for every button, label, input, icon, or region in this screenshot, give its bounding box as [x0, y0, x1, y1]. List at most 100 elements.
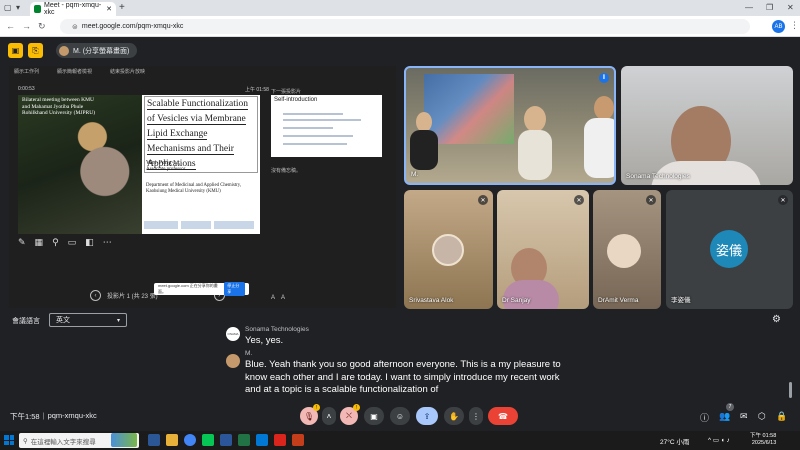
caption-language-value: 英文 — [56, 317, 70, 324]
pen-icon[interactable]: ✎ — [18, 237, 26, 248]
participant-name: Dr Sanjay — [502, 297, 531, 304]
taskbar-clock[interactable]: 下午 01:58 2025/6/13 — [750, 433, 776, 447]
windows-start-icon[interactable] — [4, 435, 14, 445]
slides-grid-icon[interactable]: ▦ — [35, 237, 44, 248]
subtitles-icon[interactable]: ◧ — [85, 237, 94, 248]
captions-scrollbar[interactable] — [789, 382, 792, 398]
font-larger-icon[interactable]: A — [271, 295, 275, 301]
font-smaller-icon[interactable]: A — [281, 295, 285, 301]
caption-settings-gear-icon[interactable]: ⚙ — [772, 314, 781, 325]
more-options-button[interactable]: ⋮ — [469, 407, 483, 425]
clock-date: 2025/6/13 — [751, 440, 777, 446]
captions-button[interactable]: ▣ — [364, 407, 384, 425]
mic-options-chevron-icon[interactable]: ˄ — [322, 407, 336, 425]
participant-tile[interactable]: ✕ DrAmit Verma — [593, 190, 661, 309]
mic-off-icon: ✕ — [778, 195, 788, 205]
taskbar-search-placeholder: 在這裡輸入文字來搜尋 — [30, 438, 96, 446]
clock-time: 下午 01:58 — [750, 433, 777, 439]
presenter-avatar — [59, 45, 69, 56]
slide-image-caption: Bilateral meeting between KMU and Mahama… — [22, 97, 96, 116]
powerpoint-icon[interactable] — [292, 434, 304, 446]
chrome-icon[interactable] — [184, 434, 196, 446]
close-tab-icon[interactable]: ✕ — [106, 5, 112, 13]
chat-icon[interactable]: ✉ — [740, 411, 748, 422]
previous-slide-icon[interactable]: ‹ — [90, 290, 101, 301]
host-controls-icon[interactable]: 🔒 — [776, 411, 787, 422]
presenter-toolbar: 顯示工作列 顯示簡報者檢視 結束投影片放映 — [14, 68, 145, 75]
search-highlight-icon[interactable] — [111, 433, 137, 447]
next-slide-thumbnail[interactable]: Self-introduction — [271, 95, 382, 157]
tab-list-icon[interactable]: ▾ — [16, 3, 20, 12]
tab-title: Meet - pqm-xmqu-xkc — [43, 2, 102, 16]
mic-warning-icon: ! — [313, 404, 320, 411]
more-options-icon[interactable]: ⋯ — [103, 237, 112, 248]
notes-tools: A A — [271, 295, 285, 301]
file-explorer-icon[interactable] — [166, 434, 178, 446]
people-icon[interactable]: 👥 — [719, 411, 730, 422]
participant-tile[interactable]: 姿儀 ✕ 李姿儀 — [666, 190, 793, 309]
thumb-line — [283, 119, 361, 121]
profile-avatar[interactable]: AB — [772, 20, 785, 33]
mic-off-icon: ✕ — [574, 195, 584, 205]
weather-widget[interactable]: 27°C 小雨 — [660, 436, 689, 446]
participant-name: Srivastava Alok — [409, 297, 454, 304]
presenter-chip[interactable]: M. (分享螢幕畫面) — [56, 43, 138, 58]
stop-sharing-button[interactable]: 停止分享 — [224, 282, 245, 296]
slide-author: Wei-Peng Li, — [146, 159, 181, 166]
activities-icon[interactable]: ⬡ — [758, 411, 766, 422]
acrobat-icon[interactable] — [274, 434, 286, 446]
thumb-line — [283, 135, 353, 137]
browser-tab-meet[interactable]: Meet - pqm-xmqu-xkc ✕ — [30, 2, 116, 16]
zoom-icon[interactable]: ⚲ — [52, 237, 59, 248]
present-screen-icon[interactable]: ⎘ — [28, 43, 43, 58]
maximize-icon[interactable]: ❐ — [766, 3, 773, 12]
participant-tile[interactable]: ⦀ M. — [404, 66, 616, 185]
caption-speaker-avatar — [226, 354, 240, 368]
mic-off-icon: ✕ — [478, 195, 488, 205]
new-tab-icon[interactable]: + — [119, 2, 125, 13]
participant-tile[interactable]: ✕ Dr Sanjay — [497, 190, 589, 309]
caption-speaker-name: Sonama Technologies — [245, 326, 309, 333]
close-window-icon[interactable]: ✕ — [787, 3, 794, 12]
caption-speaker-name: M. — [245, 350, 253, 357]
participant-name: Sonama Technologies — [626, 173, 690, 180]
leave-call-button[interactable]: ☎ — [488, 407, 518, 425]
captions-panel-icon[interactable]: ▣ — [8, 43, 23, 58]
line-icon[interactable] — [202, 434, 214, 446]
participant-tile[interactable]: Sonama Technologies — [621, 66, 793, 185]
address-bar[interactable]: ⊜ meet.google.com/pqm-xmqu-xkc — [60, 19, 750, 34]
site-info-icon[interactable]: ⊜ — [72, 23, 78, 31]
presenter-view-button[interactable]: 顯示簡報者檢視 — [57, 68, 92, 75]
outlook-icon[interactable] — [256, 434, 268, 446]
participant-name: DrAmit Verma — [598, 297, 639, 304]
sharing-notice: meet.google.com 正在分享你的畫面。 停止分享 — [154, 282, 249, 296]
present-now-button[interactable]: ⇪ — [416, 407, 438, 425]
minimize-icon[interactable]: — — [745, 3, 753, 12]
tray-icons[interactable]: ^ ▭ ◖ ♪ — [708, 436, 730, 444]
end-slideshow-button[interactable]: 結束投影片放映 — [110, 68, 145, 75]
reload-icon[interactable]: ↻ — [38, 21, 46, 32]
word-icon[interactable] — [220, 434, 232, 446]
url-text: meet.google.com/pqm-xmqu-xkc — [81, 23, 184, 30]
mic-off-icon: ✕ — [646, 195, 656, 205]
speaker-notes: 沒有備忘稿。 — [271, 168, 302, 174]
browser-menu-icon[interactable]: ⋮ — [790, 20, 799, 31]
task-view-icon[interactable] — [148, 434, 160, 446]
next-slide-label: 下一張投影片 — [271, 89, 302, 95]
caption-language-select[interactable]: 英文 ▾ — [49, 313, 127, 327]
screen-icon[interactable]: ▭ — [68, 237, 77, 248]
browser-toolbar: ← → ↻ ⊜ meet.google.com/pqm-xmqu-xkc — [0, 16, 800, 37]
slide-counter: 投影片 1 (共 23 張) — [107, 294, 158, 300]
caption-speaker-avatar: ONAMA — [226, 327, 240, 341]
participant-tile[interactable]: ✕ Srivastava Alok — [404, 190, 493, 309]
forward-icon[interactable]: → — [22, 21, 31, 31]
emoji-button[interactable]: ☺ — [390, 407, 410, 425]
search-icon: ⚲ — [23, 437, 28, 445]
back-icon[interactable]: ← — [6, 21, 15, 31]
excel-icon[interactable] — [238, 434, 250, 446]
tab-search-icon[interactable]: ▢ — [4, 3, 12, 12]
raise-hand-button[interactable]: ✋ — [444, 407, 464, 425]
university-logos — [144, 219, 258, 231]
show-taskbar-button[interactable]: 顯示工作列 — [14, 68, 39, 75]
meeting-details-icon[interactable]: ⓘ — [700, 411, 709, 424]
